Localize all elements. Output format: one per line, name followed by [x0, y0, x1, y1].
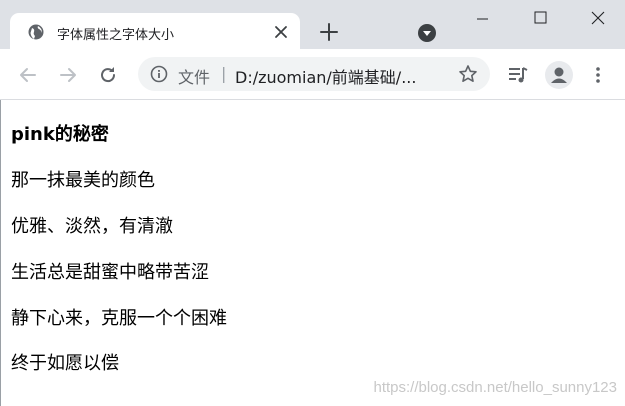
close-icon[interactable]	[273, 24, 289, 40]
url-text[interactable]: D:/zuomian/前端基础/...	[235, 64, 450, 88]
minimize-icon[interactable]	[462, 0, 502, 34]
browser-tab[interactable]: 字体属性之字体大小	[10, 13, 300, 49]
poem-line: 静下心来，克服一个个困难	[11, 308, 227, 329]
person-icon	[551, 67, 567, 83]
new-tab-button[interactable]	[319, 22, 339, 42]
page-heading: pink的秘密	[11, 124, 109, 145]
poem-line: 终于如愿以偿	[11, 353, 119, 374]
maximize-icon[interactable]	[520, 0, 560, 34]
media-control-icon[interactable]	[507, 65, 529, 85]
watermark-text: https://blog.csdn.net/hello_sunny123	[373, 379, 617, 396]
browser-toolbar: 文件 | D:/zuomian/前端基础/...	[0, 49, 625, 100]
star-icon[interactable]	[458, 64, 478, 84]
arrow-right-icon[interactable]	[58, 65, 78, 85]
tab-strip: 字体属性之字体大小	[0, 0, 625, 49]
tab-title: 字体属性之字体大小	[57, 28, 175, 43]
poem-line: 生活总是甜蜜中略带苦涩	[11, 262, 209, 283]
address-bar[interactable]: 文件 | D:/zuomian/前端基础/...	[138, 57, 490, 91]
poem-line: 优雅、淡然，有清澈	[11, 216, 173, 237]
poem-line: 那一抹最美的颜色	[11, 170, 155, 191]
info-icon[interactable]	[150, 65, 168, 83]
window-close-icon[interactable]	[578, 0, 618, 34]
globe-icon	[28, 24, 44, 40]
reload-icon[interactable]	[98, 65, 118, 85]
url-separator: |	[221, 64, 227, 83]
arrow-left-icon[interactable]	[18, 65, 38, 85]
kebab-menu-icon[interactable]	[588, 65, 608, 85]
chevron-down-icon[interactable]	[417, 23, 437, 43]
scheme-label: 文件	[178, 68, 211, 87]
page-content: pink的秘密 那一抹最美的颜色 优雅、淡然，有清澈 生活总是甜蜜中略带苦涩 静…	[0, 100, 625, 406]
avatar-icon[interactable]	[545, 61, 573, 89]
